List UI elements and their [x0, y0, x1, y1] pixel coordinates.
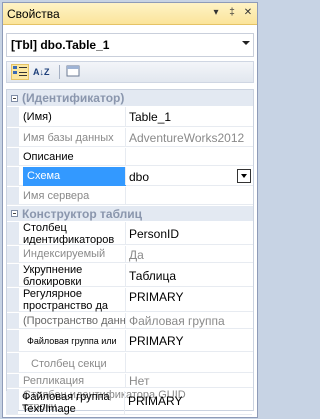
prop-schema-value[interactable]: dbo [129, 170, 251, 184]
category-identity[interactable]: (Идентификатор) [7, 90, 253, 106]
prop-indexable-value: Да [129, 248, 144, 262]
window-dropdown-icon[interactable]: ▾ [209, 6, 223, 20]
prop-replication-label: Репликация [23, 375, 85, 387]
prop-textimage-filegroup-value[interactable]: PRIMARY [128, 394, 250, 408]
properties-toolbar: A↓Z [6, 61, 254, 83]
prop-description-label: Описание [23, 151, 74, 163]
prop-textimage-filegroup-label: Файловая группа Text/Image [22, 391, 110, 415]
object-selector[interactable]: [Tbl] dbo.Table_1 [6, 33, 254, 57]
prop-partition-column[interactable]: Столбец секци [7, 353, 253, 373]
prop-textimage-filegroup[interactable]: Файловая группа Text/Image PRIMARY [6, 391, 252, 415]
properties-window: Свойства ▾ ‡ ✕ [Tbl] dbo.Table_1 A↓Z (Ид… [2, 2, 258, 418]
collapse-icon[interactable] [11, 95, 18, 102]
prop-database-value: AdventureWorks2012 [129, 131, 245, 145]
collapse-icon[interactable] [11, 210, 18, 217]
prop-lock-escalation[interactable]: Укрупнение блокировки Таблица [7, 264, 253, 287]
prop-server-label: Имя сервера [23, 190, 90, 202]
category-table-designer[interactable]: Конструктор таблиц [7, 206, 253, 221]
window-title: Свойства [7, 7, 60, 21]
prop-filegroup-label: Файловая группа или [27, 336, 117, 346]
prop-regular-data-space[interactable]: Регулярное пространство да PRIMARY [7, 288, 253, 312]
prop-name-label: (Имя) [23, 111, 52, 123]
object-selector-value: [Tbl] dbo.Table_1 [11, 38, 110, 52]
prop-data-space-value: Файловая группа [129, 314, 225, 328]
toolbar-separator [59, 65, 60, 79]
category-label: (Идентификатор) [22, 91, 125, 105]
prop-replication-value: Нет [129, 374, 150, 388]
property-pages-icon[interactable] [65, 64, 83, 80]
prop-database-name[interactable]: Имя базы данных AdventureWorks2012 [7, 128, 253, 147]
prop-regular-data-space-value[interactable]: PRIMARY [129, 290, 251, 304]
prop-regular-data-space-label: Регулярное пространство да [23, 288, 109, 312]
prop-replication[interactable]: Репликация Нет [7, 374, 253, 388]
prop-indexable[interactable]: Индексируемый Да [7, 246, 253, 263]
prop-schema[interactable]: Схема dbo [7, 167, 253, 186]
property-grid: (Идентификатор) (Имя) Table_1 Имя базы д… [6, 89, 254, 411]
prop-description[interactable]: Описание [7, 148, 253, 166]
prop-identity-column-label: Столбец идентификаторов [23, 222, 115, 245]
prop-partition-column-label: Столбец секци [31, 358, 107, 370]
prop-name[interactable]: (Имя) Table_1 [7, 107, 253, 127]
title-bar[interactable]: Свойства ▾ ‡ ✕ [3, 3, 257, 25]
categorized-icon[interactable] [11, 64, 29, 80]
prop-identity-column-value[interactable]: PersonID [129, 227, 251, 241]
schema-dropdown-icon[interactable] [237, 169, 251, 183]
prop-data-space-label: (Пространство данных) [23, 315, 126, 327]
prop-database-label: Имя базы данных [23, 132, 114, 144]
category-label: Конструктор таблиц [22, 207, 143, 221]
alphabetical-icon[interactable]: A↓Z [33, 64, 51, 80]
pin-icon[interactable]: ‡ [225, 6, 239, 20]
prop-indexable-label: Индексируемый [23, 248, 106, 260]
chevron-down-icon[interactable] [242, 41, 250, 45]
prop-lock-escalation-label: Укрупнение блокировки [23, 264, 83, 287]
prop-identity-column[interactable]: Столбец идентификаторов PersonID [7, 222, 253, 245]
prop-server-name[interactable]: Имя сервера [7, 187, 253, 205]
prop-filegroup[interactable]: Файловая группа или PRIMARY [7, 330, 253, 352]
prop-filegroup-value[interactable]: PRIMARY [129, 334, 251, 348]
prop-schema-label: Схема [23, 167, 126, 186]
prop-data-space[interactable]: (Пространство данных) Файловая группа [7, 313, 253, 329]
close-icon[interactable]: ✕ [241, 6, 255, 20]
prop-lock-escalation-value[interactable]: Таблица [129, 269, 251, 283]
prop-name-value[interactable]: Table_1 [129, 110, 251, 124]
